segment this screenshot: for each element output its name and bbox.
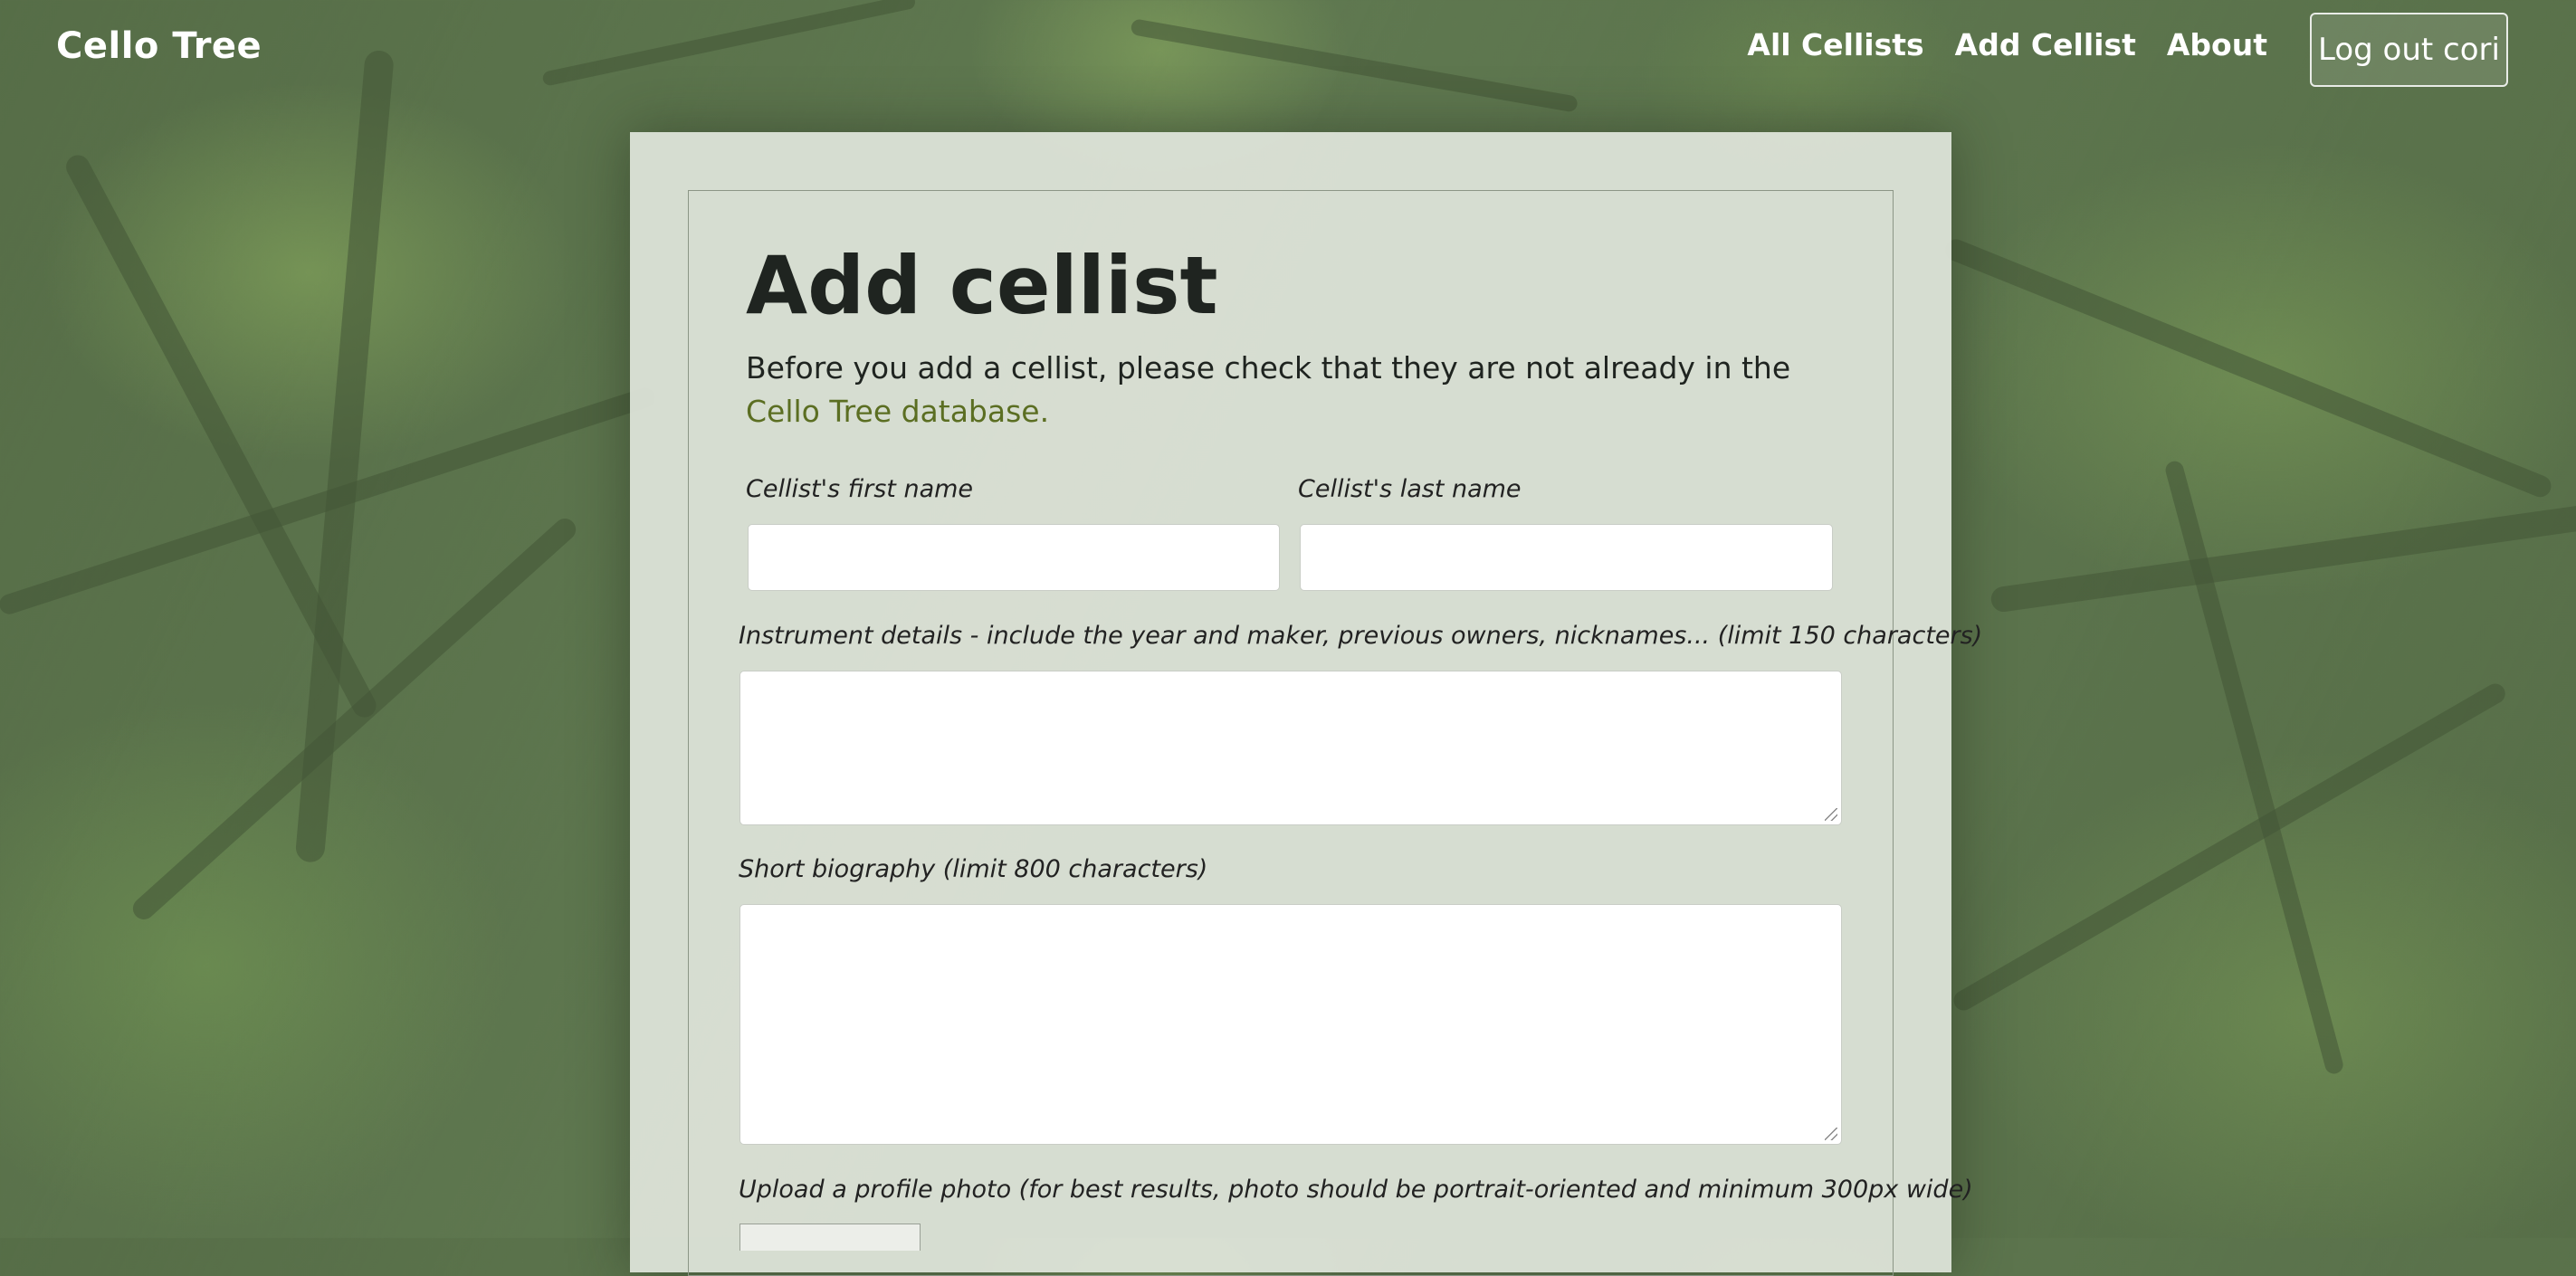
- resize-grip-icon[interactable]: [1825, 1128, 1837, 1140]
- brand-logo[interactable]: Cello Tree: [56, 25, 262, 67]
- nav-link-add-cellist[interactable]: Add Cellist: [1955, 27, 2136, 62]
- cello-tree-database-link[interactable]: Cello Tree database.: [746, 394, 1049, 429]
- first-name-label: Cellist's first name: [746, 475, 974, 503]
- navbar: Cello Tree All Cellists Add Cellist Abou…: [0, 0, 2576, 100]
- profile-photo-label: Upload a profile photo (for best results…: [739, 1176, 1973, 1204]
- nav-link-all-cellists[interactable]: All Cellists: [1747, 27, 1923, 62]
- nav-links: All Cellists Add Cellist About: [1747, 27, 2267, 62]
- nav-link-about[interactable]: About: [2167, 27, 2267, 62]
- choose-file-button[interactable]: [739, 1224, 921, 1251]
- instrument-details-label: Instrument details - include the year an…: [739, 622, 1983, 650]
- last-name-field[interactable]: [1300, 524, 1833, 591]
- logout-button[interactable]: Log out cori: [2310, 13, 2508, 87]
- instrument-details-field[interactable]: [739, 671, 1842, 825]
- first-name-field[interactable]: [748, 524, 1280, 591]
- biography-field[interactable]: [739, 904, 1842, 1145]
- intro-text-body: Before you add a cellist, please check t…: [746, 350, 1791, 386]
- biography-label: Short biography (limit 800 characters): [739, 855, 1208, 883]
- page-title: Add cellist: [746, 239, 1218, 332]
- resize-grip-icon[interactable]: [1825, 808, 1837, 821]
- intro-text: Before you add a cellist, please check t…: [746, 347, 1841, 433]
- last-name-label: Cellist's last name: [1298, 475, 1522, 503]
